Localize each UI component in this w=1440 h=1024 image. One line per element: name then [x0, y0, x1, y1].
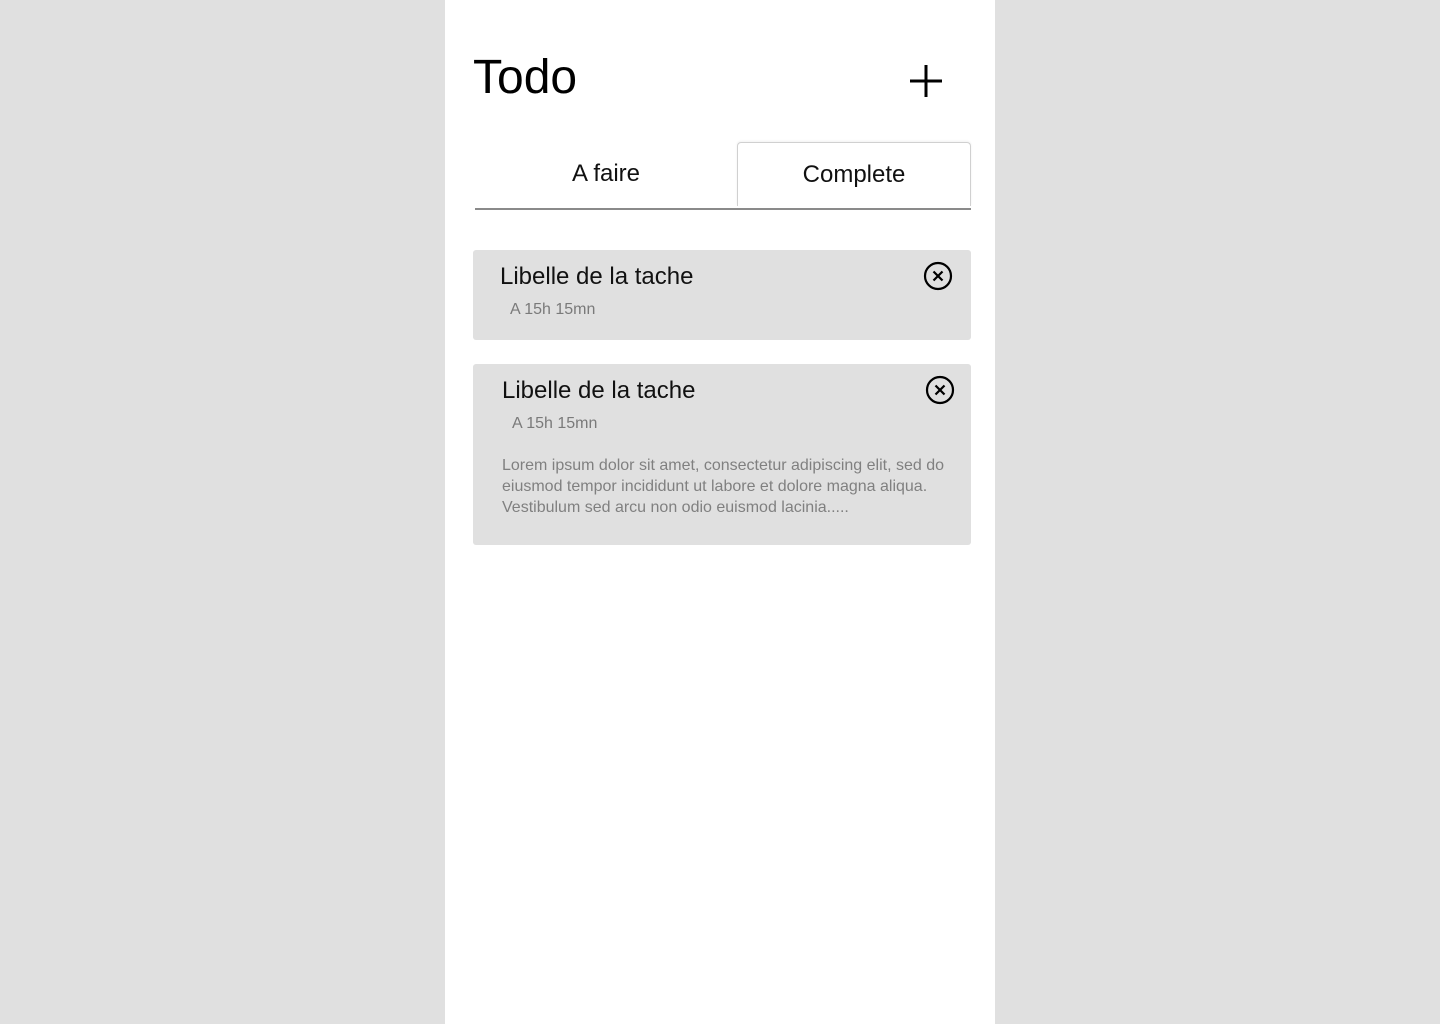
task-title: Libelle de la tache — [500, 263, 694, 290]
plus-icon — [910, 65, 942, 97]
task-time: A 15h 15mn — [512, 415, 598, 432]
tab-label: A faire — [571, 160, 641, 187]
app-screen: Todo A faire Complete Libelle de la tach… — [445, 0, 995, 1024]
task-card[interactable]: Libelle de la tache A 15h 15mn Lorem ips… — [473, 364, 971, 545]
task-card[interactable]: Libelle de la tache A 15h 15mn — [473, 250, 971, 340]
add-task-button[interactable] — [907, 62, 945, 100]
delete-task-button[interactable] — [925, 375, 955, 405]
page-title: Todo — [473, 51, 578, 104]
task-description: Lorem ipsum dolor sit amet, consectetur … — [502, 457, 944, 516]
task-time: A 15h 15mn — [510, 301, 596, 318]
tab-bar: A faire Complete — [475, 142, 971, 210]
tab-complete[interactable]: Complete — [737, 142, 971, 206]
tab-a-faire[interactable]: A faire — [475, 142, 737, 206]
tab-label: Complete — [802, 160, 906, 188]
delete-task-button[interactable] — [923, 261, 953, 291]
task-title: Libelle de la tache — [502, 377, 696, 404]
close-circle-icon — [925, 375, 955, 405]
close-circle-icon — [923, 261, 953, 291]
